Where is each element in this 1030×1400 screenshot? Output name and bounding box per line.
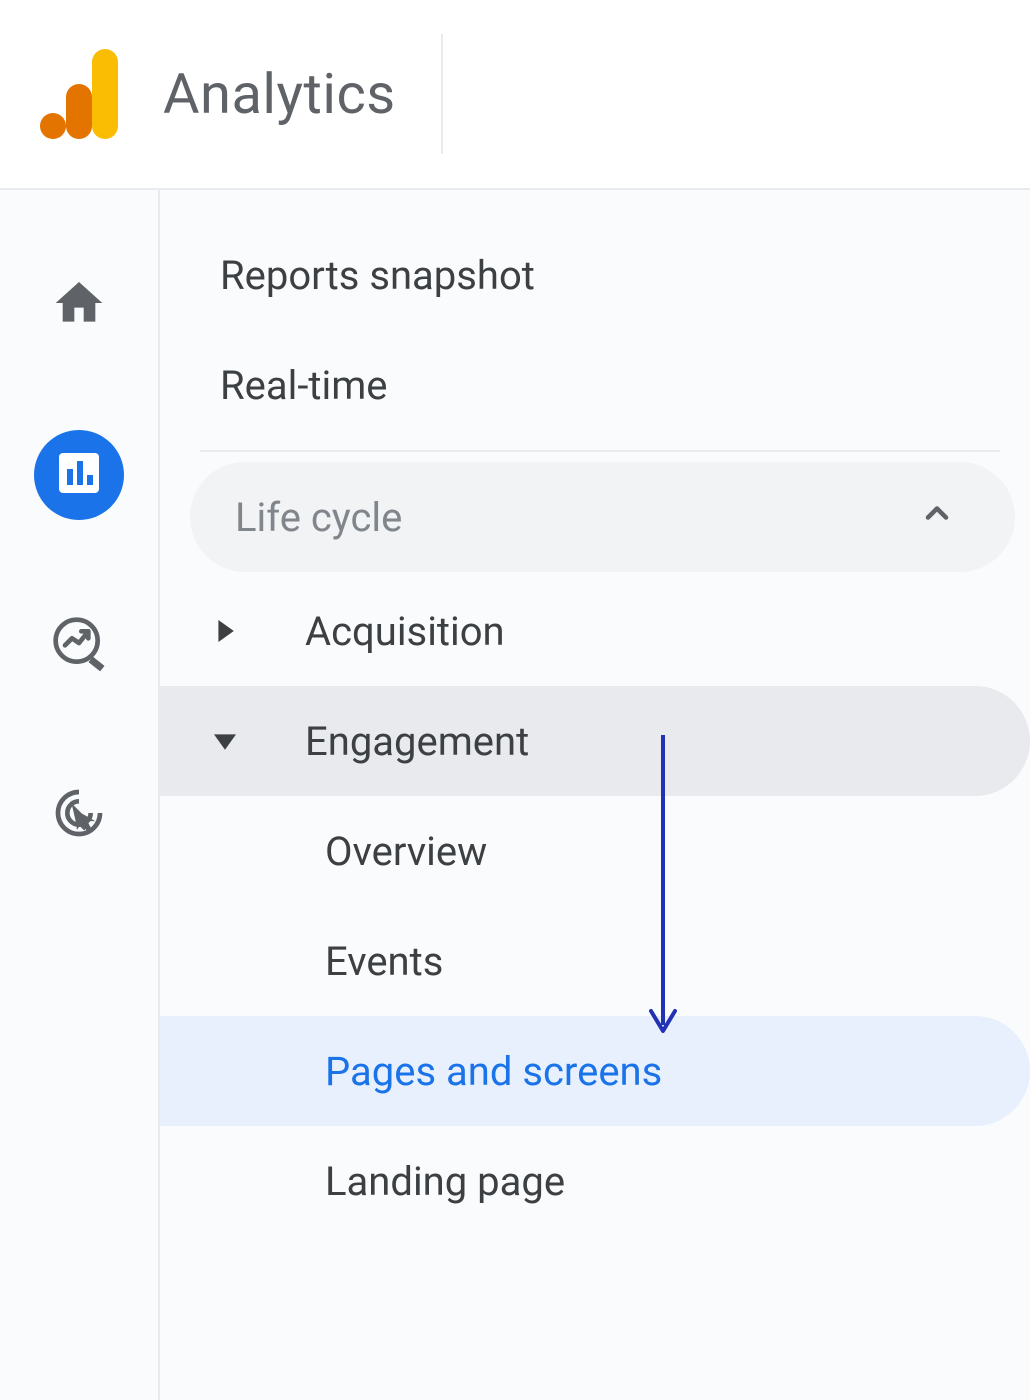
chevron-up-icon bbox=[919, 494, 955, 541]
nav-label: Overview bbox=[325, 828, 487, 875]
caret-down-icon bbox=[200, 730, 250, 752]
nav-engagement-pages-screens[interactable]: Pages and screens bbox=[160, 1016, 1030, 1126]
target-click-icon bbox=[51, 785, 107, 845]
rail-reports-button[interactable] bbox=[34, 430, 124, 520]
nav-label: Real-time bbox=[220, 362, 388, 409]
nav-reports-snapshot[interactable]: Reports snapshot bbox=[160, 220, 1030, 330]
bar-chart-icon bbox=[55, 449, 103, 501]
nav-divider bbox=[200, 450, 1000, 452]
nav-label: Life cycle bbox=[235, 494, 402, 541]
nav-engagement-landing-page[interactable]: Landing page bbox=[160, 1126, 1030, 1236]
rail-advertising-button[interactable] bbox=[34, 770, 124, 860]
explore-icon bbox=[51, 615, 107, 675]
nav-acquisition[interactable]: Acquisition bbox=[160, 576, 1030, 686]
left-rail bbox=[0, 190, 160, 1400]
app-title: Analytics bbox=[163, 61, 396, 127]
nav-engagement-overview[interactable]: Overview bbox=[160, 796, 1030, 906]
analytics-logo-icon bbox=[40, 49, 118, 139]
rail-home-button[interactable] bbox=[34, 260, 124, 350]
header-divider bbox=[441, 34, 443, 154]
caret-right-icon bbox=[200, 620, 250, 642]
nav-section-lifecycle[interactable]: Life cycle bbox=[190, 462, 1015, 572]
nav-engagement-events[interactable]: Events bbox=[160, 906, 1030, 1016]
nav-engagement[interactable]: Engagement bbox=[160, 686, 1030, 796]
rail-explore-button[interactable] bbox=[34, 600, 124, 690]
nav-label: Pages and screens bbox=[325, 1048, 662, 1095]
main-body: Reports snapshot Real-time Life cycle Ac… bbox=[0, 190, 1030, 1400]
nav-label: Events bbox=[325, 938, 443, 985]
app-header: Analytics bbox=[0, 0, 1030, 190]
reports-panel: Reports snapshot Real-time Life cycle Ac… bbox=[160, 190, 1030, 1400]
home-icon bbox=[51, 275, 107, 335]
nav-label: Engagement bbox=[305, 718, 529, 765]
nav-realtime[interactable]: Real-time bbox=[160, 330, 1030, 440]
nav-label: Reports snapshot bbox=[220, 252, 535, 299]
nav-label: Acquisition bbox=[305, 608, 505, 655]
nav-label: Landing page bbox=[325, 1158, 565, 1205]
